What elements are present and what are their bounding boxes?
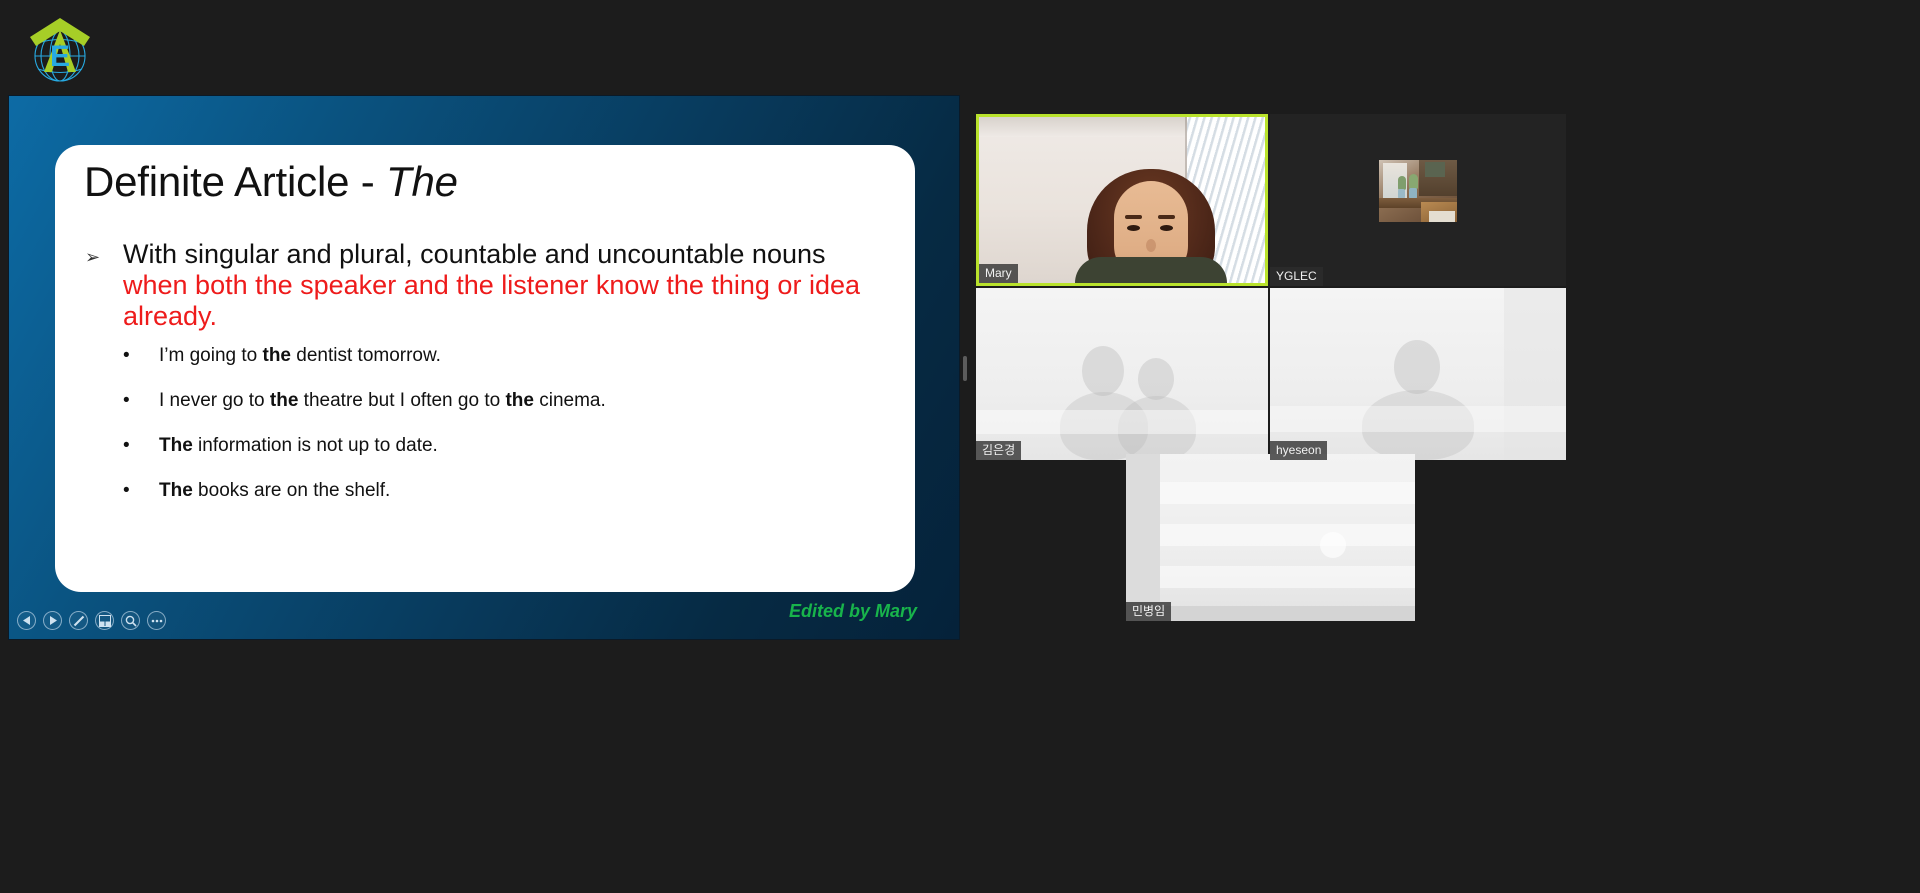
- presentation-slide: Definite Article - The ➢ With singular a…: [55, 145, 915, 592]
- example-bold-the: the: [269, 390, 299, 411]
- list-item: • I’m going to the dentist tomorrow.: [123, 345, 883, 367]
- main-bullet-red-text: when both the speaker and the listener k…: [123, 270, 860, 331]
- next-slide-button[interactable]: [43, 611, 62, 630]
- previous-slide-button[interactable]: [17, 611, 36, 630]
- bullet-dot-icon: •: [123, 345, 130, 366]
- panel-resize-handle[interactable]: [963, 356, 967, 381]
- participant-tile-yglec[interactable]: YGLEC: [1270, 114, 1566, 286]
- example-text-before: I’m going to: [159, 345, 263, 366]
- video-feed: [979, 117, 1265, 283]
- magnifier-icon: [125, 615, 137, 627]
- participant-name-badge: hyeseon: [1270, 441, 1328, 460]
- participant-tile-kim[interactable]: 김은경: [976, 288, 1268, 460]
- ellipsis-icon: [151, 619, 162, 622]
- list-item: • The books are on the shelf.: [123, 480, 883, 502]
- bullet-dot-icon: •: [123, 390, 130, 411]
- video-feed: [1160, 454, 1415, 621]
- svg-text:E: E: [50, 40, 70, 73]
- layout-grid-icon: [98, 614, 111, 627]
- example-text-mid: theatre but I often go to: [298, 390, 506, 411]
- organization-logo: E: [24, 10, 96, 86]
- layout-button[interactable]: [95, 611, 114, 630]
- slide-credit: Edited by Mary: [788, 601, 917, 621]
- example-text-mid: information is not up to date.: [192, 435, 438, 456]
- example-text-mid: dentist tomorrow.: [291, 345, 441, 366]
- video-feed: [1270, 288, 1566, 460]
- pen-icon: [73, 615, 84, 626]
- list-item: • The information is not up to date.: [123, 435, 883, 457]
- list-item: • I never go to the theatre but I often g…: [123, 390, 883, 412]
- example-text-mid: books are on the shelf.: [192, 480, 391, 501]
- example-bold-the-2: the: [505, 390, 534, 411]
- shared-screen-area: Definite Article - The ➢ With singular a…: [8, 95, 960, 640]
- annotate-button[interactable]: [69, 611, 88, 630]
- main-bullet-text: With singular and plural, countable and …: [123, 239, 826, 269]
- example-bold-the: the: [262, 345, 292, 366]
- example-text-before: I never go to: [159, 390, 270, 411]
- zoom-button[interactable]: [121, 611, 140, 630]
- bullet-dot-icon: •: [123, 435, 130, 456]
- triangle-left-icon: [22, 616, 30, 625]
- participant-name-badge: 민병임: [1126, 602, 1172, 621]
- slide-control-toolbar: [17, 611, 166, 630]
- video-feed: [976, 288, 1268, 460]
- main-bullet: ➢ With singular and plural, countable an…: [85, 239, 895, 332]
- participant-tile-hyeseon[interactable]: hyeseon: [1270, 288, 1566, 460]
- participant-tile-mary[interactable]: Mary: [976, 114, 1268, 286]
- participant-name-badge: 김은경: [976, 441, 1022, 460]
- meeting-screen-share-window: E Definite Article - The ➢ With singular…: [0, 0, 1920, 893]
- example-bold-the: The: [159, 480, 193, 501]
- bullet-dot-icon: •: [123, 480, 130, 501]
- participant-name-badge: Mary: [979, 264, 1018, 283]
- triangle-right-icon: [49, 616, 57, 625]
- participant-tile-min[interactable]: 민병임: [1126, 454, 1415, 621]
- arrow-bullet-icon: ➢: [85, 247, 101, 267]
- slide-title-italic: The: [385, 158, 458, 205]
- slide-title-plain: Definite Article -: [84, 158, 386, 205]
- example-bold-the: The: [159, 435, 193, 456]
- video-feed: [1379, 160, 1457, 222]
- participant-name-badge: YGLEC: [1270, 267, 1323, 286]
- example-list: • I’m going to the dentist tomorrow. • I n…: [123, 345, 883, 525]
- slide-title: Definite Article - The: [84, 158, 458, 206]
- more-options-button[interactable]: [147, 611, 166, 630]
- example-text-after: cinema.: [533, 390, 606, 411]
